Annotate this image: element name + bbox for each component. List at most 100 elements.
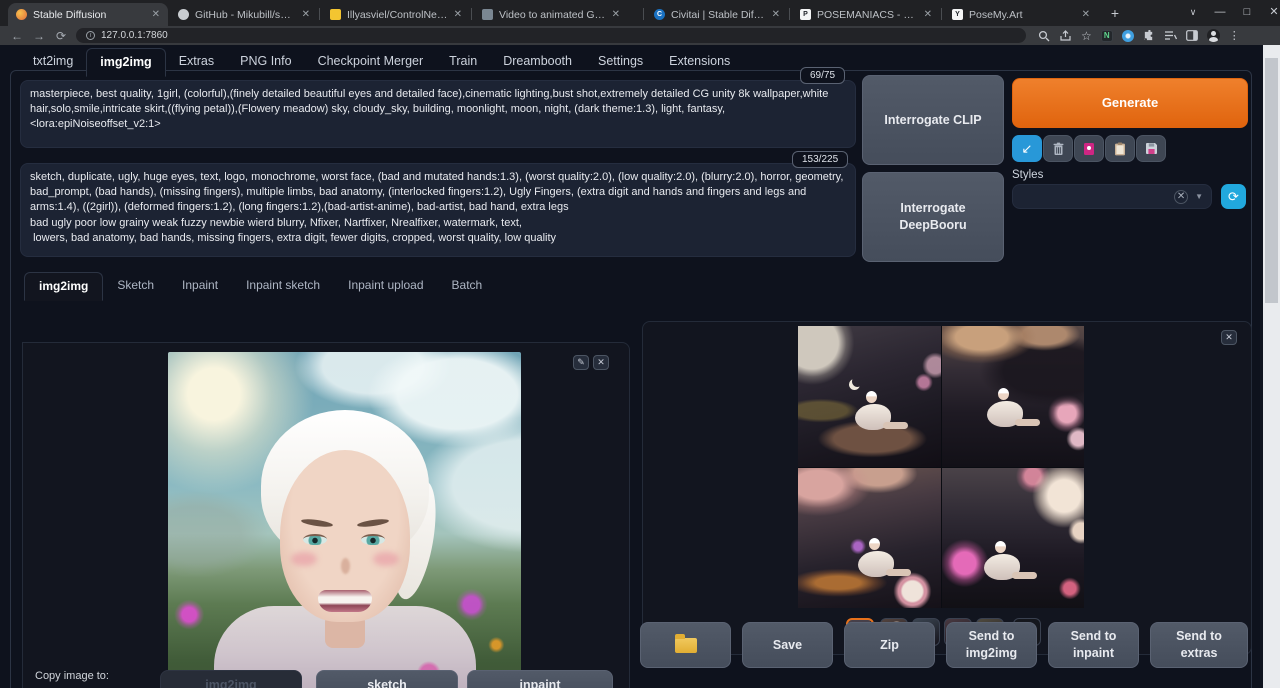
open-folder-button[interactable] (640, 622, 731, 668)
browser-tab-civitai[interactable]: C Civitai | Stable Diffusion model ✕ (646, 3, 788, 26)
tab-close-icon[interactable]: ✕ (1082, 9, 1090, 20)
subtab-inpaint-sketch[interactable]: Inpaint sketch (232, 272, 334, 301)
floppy-icon (1145, 142, 1158, 155)
tab-dreambooth[interactable]: Dreambooth (490, 48, 585, 77)
portrait-nose (341, 558, 350, 574)
reload-icon[interactable]: ⟳ (50, 29, 72, 43)
tab-close-icon[interactable]: ✕ (924, 9, 932, 20)
subtab-img2img[interactable]: img2img (24, 272, 103, 301)
subtab-batch[interactable]: Batch (438, 272, 497, 301)
subtab-sketch[interactable]: Sketch (103, 272, 168, 301)
copy-to-inpaint-button[interactable]: inpaint (467, 670, 613, 688)
subtab-inpaint[interactable]: Inpaint (168, 272, 232, 301)
portrait-blush (291, 552, 317, 566)
tab-train[interactable]: Train (436, 48, 490, 77)
styles-dropdown[interactable]: ✕ ▼ (1012, 184, 1212, 209)
tab-close-icon[interactable]: ✕ (772, 9, 780, 20)
save-button[interactable]: Save (742, 622, 833, 668)
tab-close-icon[interactable]: ✕ (302, 9, 310, 20)
zip-button[interactable]: Zip (844, 622, 935, 668)
tab-divider (319, 8, 320, 20)
copy-to-sketch-button[interactable]: sketch (316, 670, 458, 688)
portrait-eye (303, 534, 327, 545)
extra-networks-button[interactable] (1074, 135, 1104, 162)
browser-tab-posemyart[interactable]: Y PoseMy.Art ✕ (944, 3, 1098, 26)
screen: Stable Diffusion ✕ GitHub - Mikubill/sd-… (0, 0, 1280, 688)
figure-art (858, 551, 894, 577)
browser-tab-stable-diffusion[interactable]: Stable Diffusion ✕ (8, 3, 168, 26)
stable-diffusion-favicon (16, 9, 27, 20)
tab-title: PoseMy.Art (969, 9, 1076, 21)
tab-divider (643, 8, 644, 20)
share-icon[interactable] (1059, 30, 1072, 42)
subtab-inpaint-upload[interactable]: Inpaint upload (334, 272, 437, 301)
tab-settings[interactable]: Settings (585, 48, 656, 77)
tab-close-icon[interactable]: ✕ (454, 9, 462, 20)
generated-image-grid[interactable] (798, 326, 1084, 608)
extensions-puzzle-icon[interactable] (1143, 30, 1155, 42)
reading-list-icon[interactable] (1164, 30, 1177, 41)
interrogate-deepbooru-button[interactable]: Interrogate DeepBooru (862, 172, 1004, 262)
side-panel-icon[interactable] (1186, 30, 1198, 41)
apply-style-button[interactable] (1105, 135, 1135, 162)
copy-to-img2img-button[interactable]: img2img (160, 670, 302, 688)
window-minimize-button[interactable]: — (1205, 0, 1235, 26)
tab-divider (789, 8, 790, 20)
address-bar[interactable]: i 127.0.0.1:7860 (76, 28, 1026, 43)
save-style-button[interactable] (1136, 135, 1166, 162)
url-text: 127.0.0.1:7860 (101, 30, 168, 41)
bookmark-star-icon[interactable]: ☆ (1081, 30, 1092, 42)
interrogate-clip-button[interactable]: Interrogate CLIP (862, 75, 1004, 165)
prompt-token-counter: 69/75 (800, 67, 845, 84)
send-to-extras-button[interactable]: Send to extras (1150, 622, 1248, 668)
tab-title: GitHub - Mikubill/sd-webui-con (195, 9, 296, 21)
site-info-icon[interactable]: i (86, 31, 95, 40)
forward-icon[interactable]: → (28, 29, 50, 43)
gif-converter-favicon (482, 9, 493, 20)
tab-extras[interactable]: Extras (166, 48, 227, 77)
browser-tab-github[interactable]: GitHub - Mikubill/sd-webui-con ✕ (170, 3, 318, 26)
tab-extensions[interactable]: Extensions (656, 48, 743, 77)
back-icon[interactable]: ← (6, 29, 28, 43)
page-scrollbar-thumb[interactable] (1265, 58, 1278, 303)
copy-image-to-label: Copy image to: (35, 670, 109, 682)
tab-checkpoint-merger[interactable]: Checkpoint Merger (305, 48, 437, 77)
figure-art (855, 404, 891, 430)
browser-tab-controlnet[interactable]: Illyasviel/ControlNet at main ✕ (322, 3, 470, 26)
generate-button[interactable]: Generate (1012, 78, 1248, 128)
close-gallery-icon[interactable]: ✕ (1221, 330, 1237, 345)
profile-avatar[interactable] (1207, 29, 1220, 42)
zoom-icon[interactable] (1038, 30, 1050, 42)
portrait-smile (318, 590, 372, 612)
menu-dots-icon[interactable]: ⋮ (1229, 29, 1240, 42)
send-to-img2img-button[interactable]: Send to img2img (946, 622, 1037, 668)
prompt-textarea[interactable]: masterpiece, best quality, 1girl, (color… (20, 80, 856, 148)
tab-png-info[interactable]: PNG Info (227, 48, 304, 77)
tab-close-icon[interactable]: ✕ (152, 9, 160, 20)
tab-divider (471, 8, 472, 20)
extension-blue-icon[interactable] (1122, 30, 1134, 42)
trash-icon (1052, 142, 1065, 156)
input-image-preview[interactable] (168, 352, 521, 688)
refresh-styles-button[interactable]: ⟳ (1221, 184, 1246, 209)
clear-prompt-button[interactable] (1043, 135, 1073, 162)
extension-n-icon[interactable]: N (1101, 30, 1113, 42)
gallery-grid-cell (798, 468, 941, 609)
new-tab-button[interactable]: + (1106, 5, 1124, 23)
tab-close-icon[interactable]: ✕ (612, 9, 620, 20)
tab-txt2img[interactable]: txt2img (20, 48, 86, 77)
tab-search-chevron-icon[interactable]: ∨ (1178, 0, 1208, 26)
send-to-inpaint-button[interactable]: Send to inpaint (1048, 622, 1139, 668)
browser-tab-gif-converter[interactable]: Video to animated GIF converter ✕ (474, 3, 628, 26)
window-close-button[interactable]: ✕ (1259, 0, 1280, 26)
paste-generation-params-button[interactable]: ↙ (1012, 135, 1042, 162)
clear-styles-icon[interactable]: ✕ (1174, 190, 1188, 204)
civitai-favicon: C (654, 9, 665, 20)
tab-img2img[interactable]: img2img (86, 48, 165, 77)
negative-prompt-textarea[interactable]: sketch, duplicate, ugly, huge eyes, text… (20, 163, 856, 257)
edit-image-icon[interactable]: ✎ (573, 355, 589, 370)
stable-diffusion-webui: txt2img img2img Extras PNG Info Checkpoi… (0, 45, 1280, 688)
browser-tab-posemaniacs[interactable]: P POSEMANIACS - Royalty free 3 ✕ (792, 3, 940, 26)
window-maximize-button[interactable]: □ (1232, 0, 1262, 26)
remove-image-icon[interactable]: ✕ (593, 355, 609, 370)
